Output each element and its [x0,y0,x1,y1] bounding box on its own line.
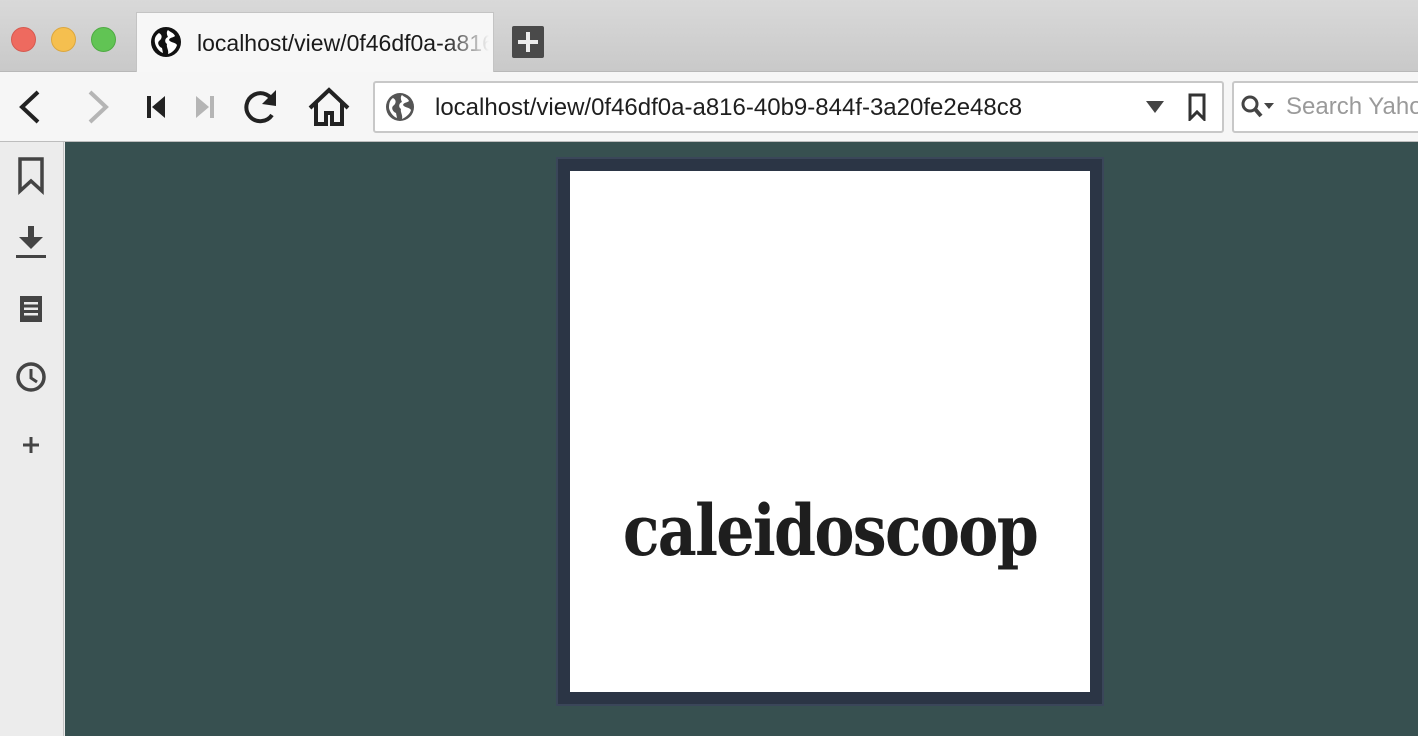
add-panel-button[interactable] [10,424,52,466]
reload-button[interactable] [238,84,284,130]
url-text[interactable]: localhost/view/0f46df0a-a816-40b9-844f-3… [435,94,1022,122]
close-window-button[interactable] [11,27,36,52]
history-icon [16,362,46,392]
home-button[interactable] [306,84,352,130]
rewind-icon [147,96,165,118]
address-bar[interactable]: localhost/view/0f46df0a-a816-40b9-844f-3… [373,81,1224,133]
maximize-window-button[interactable] [91,27,116,52]
minimize-window-button[interactable] [51,27,76,52]
back-button[interactable] [8,84,54,130]
bookmark-icon[interactable] [1185,93,1209,121]
search-bar[interactable] [1232,81,1418,133]
notes-icon [20,296,42,322]
fast-forward-button[interactable] [182,84,228,130]
bookmarks-icon [18,157,44,195]
downloads-panel-button[interactable] [10,222,52,264]
page-content: caleidoscoop [65,142,1418,736]
add-panel-icon [23,437,39,453]
tab-title: localhost/view/0f46df0a-a816-40b9-844f-3… [197,30,489,56]
plus-icon [518,32,538,52]
logo-frame: caleidoscoop [556,157,1104,706]
notes-panel-button[interactable] [10,288,52,330]
fast-forward-icon [196,96,214,118]
search-input[interactable] [1286,91,1418,123]
globe-icon [151,27,181,57]
logo-card: caleidoscoop [570,171,1090,692]
active-tab[interactable]: localhost/view/0f46df0a-a816-40b9-844f-3… [136,12,494,73]
new-tab-button[interactable] [512,26,544,58]
reload-icon [244,90,276,124]
search-icon [1241,95,1274,118]
logo-wordmark: caleidoscoop [622,489,1039,572]
title-bar: localhost/view/0f46df0a-a816-40b9-844f-3… [0,0,1418,73]
forward-icon [88,90,109,124]
forward-button[interactable] [74,84,120,130]
back-icon [19,90,40,124]
history-panel-button[interactable] [10,356,52,398]
dropdown-icon[interactable] [1143,95,1167,119]
downloads-icon [16,226,46,258]
home-icon [308,87,350,126]
bookmarks-panel-button[interactable] [10,154,52,196]
side-panel [0,142,64,736]
navigation-toolbar: localhost/view/0f46df0a-a816-40b9-844f-3… [0,72,1418,142]
globe-icon [386,93,414,121]
rewind-button[interactable] [134,84,180,130]
